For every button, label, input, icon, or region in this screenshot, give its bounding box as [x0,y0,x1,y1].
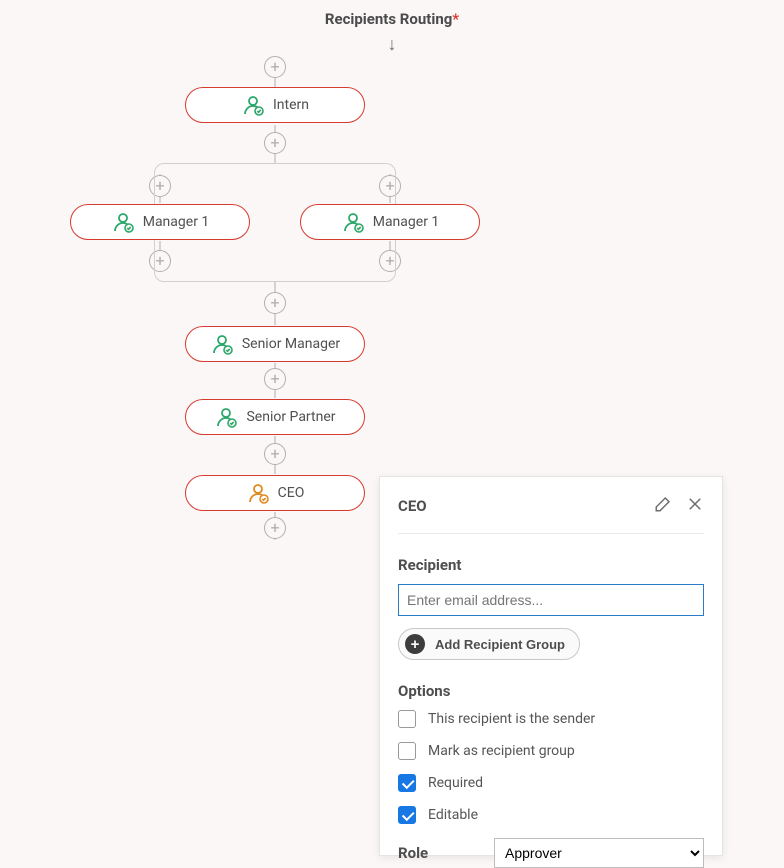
close-icon[interactable] [686,495,704,517]
add-node-button[interactable]: + [264,56,286,78]
add-node-button[interactable]: + [264,517,286,539]
recipient-label: Senior Manager [242,336,340,352]
recipient-node-manager1-right[interactable]: Manager 1 [300,204,480,240]
checkbox-required[interactable] [398,774,416,792]
checkbox-label: This recipient is the sender [428,711,595,727]
recipient-section-label: Recipient [398,556,704,574]
recipient-label: Senior Partner [246,409,335,425]
person-icon [214,406,238,428]
recipient-label: CEO [278,485,305,501]
person-icon [246,482,270,504]
recipient-label: Manager 1 [143,214,210,230]
arrow-down-icon: ↓ [388,34,397,55]
recipient-node-senior-partner[interactable]: Senior Partner [185,399,365,435]
add-group-label: Add Recipient Group [435,637,565,652]
add-node-button[interactable]: + [264,368,286,390]
person-icon [111,211,135,233]
checkbox-label: Required [428,775,483,791]
edit-icon[interactable] [654,495,672,517]
recipient-node-manager1-left[interactable]: Manager 1 [70,204,250,240]
role-label: Role [398,844,428,862]
add-node-button[interactable]: + [264,292,286,314]
email-input[interactable] [398,584,704,616]
options-section-label: Options [398,682,704,700]
person-icon [341,211,365,233]
add-node-button[interactable]: + [264,443,286,465]
page-title: Recipients Routing* [0,10,784,28]
panel-header: CEO [398,495,704,534]
add-node-button[interactable]: + [264,132,286,154]
role-select[interactable]: Approver [494,838,704,868]
recipient-label: Intern [273,97,309,113]
recipient-node-intern[interactable]: Intern [185,87,365,123]
recipient-label: Manager 1 [373,214,440,230]
checkbox-recipient-group[interactable] [398,742,416,760]
checkbox-is-sender[interactable] [398,710,416,728]
plus-circle-icon: + [405,634,425,654]
recipient-node-senior-manager[interactable]: Senior Manager [185,326,365,362]
page-title-text: Recipients Routing [325,10,452,28]
recipient-node-ceo[interactable]: CEO [185,475,365,511]
panel-title: CEO [398,497,427,515]
checkbox-editable[interactable] [398,806,416,824]
required-asterisk: * [452,10,459,28]
checkbox-label: Editable [428,807,478,823]
person-icon [241,94,265,116]
add-recipient-group-button[interactable]: + Add Recipient Group [398,628,580,660]
person-icon [210,333,234,355]
recipient-detail-panel: CEO Recipient + Add Recipient Group Opti… [379,476,723,856]
checkbox-label: Mark as recipient group [428,743,575,759]
